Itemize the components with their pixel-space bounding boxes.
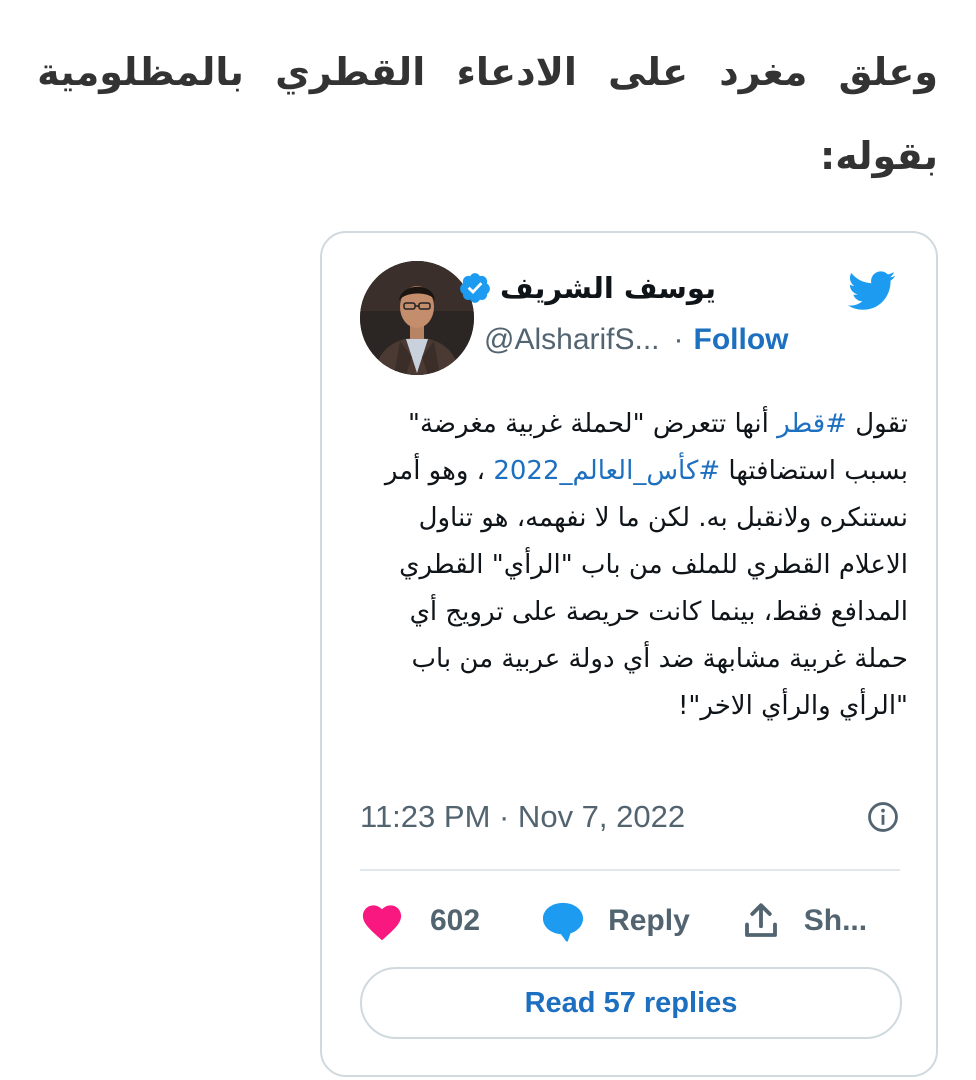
info-icon[interactable] — [866, 800, 900, 834]
like-button[interactable]: 602 — [360, 901, 480, 941]
tweet-actions: 602 Reply Sh... — [360, 893, 900, 949]
hashtag-worldcup-link[interactable]: #كأس_العالم_2022 — [493, 456, 720, 486]
article-lead-text: وعلق مغرد على الادعاء القطري بالمظلومية … — [37, 50, 938, 178]
share-button[interactable]: Sh... — [740, 900, 867, 942]
share-label: Sh... — [803, 904, 868, 937]
share-upload-icon — [744, 903, 777, 937]
author-name[interactable]: يوسف الشريف — [500, 271, 716, 305]
tweet-text-rest: ، وهو أمر نستنكره ولانقبل به. لكن ما لا … — [384, 456, 908, 721]
tweet-text-intro: تقول — [847, 409, 908, 439]
heart-icon — [362, 905, 402, 941]
author-handle-row: @AlsharifS... · Follow — [484, 323, 789, 357]
separator-dot: · — [673, 323, 684, 356]
divider — [360, 869, 900, 871]
author-photo — [360, 261, 474, 375]
hashtag-qatar-link[interactable]: #قطر — [777, 409, 847, 439]
tweet-timestamp[interactable]: 11:23 PM · Nov 7, 2022 — [360, 799, 685, 835]
author-handle[interactable]: @AlsharifS... — [484, 323, 660, 357]
twitter-bird-icon[interactable] — [844, 266, 900, 314]
like-count: 602 — [430, 904, 481, 937]
reply-button[interactable]: Reply — [540, 900, 690, 942]
embedded-tweet-card[interactable]: يوسف الشريف @AlsharifS... · Follow تقول … — [320, 231, 938, 1077]
follow-button[interactable]: Follow — [694, 323, 789, 357]
tweet-meta-row: 11:23 PM · Nov 7, 2022 — [360, 799, 900, 835]
verified-badge-icon — [460, 273, 490, 303]
author-avatar[interactable] — [360, 261, 474, 375]
author-name-row[interactable]: يوسف الشريف — [458, 271, 716, 305]
reply-label: Reply — [608, 904, 690, 937]
speech-bubble-icon — [543, 902, 584, 942]
read-replies-button[interactable]: Read 57 replies — [360, 967, 902, 1039]
tweet-text: تقول #قطر أنها تتعرض "لحملة غربية مغرضة"… — [360, 401, 908, 730]
